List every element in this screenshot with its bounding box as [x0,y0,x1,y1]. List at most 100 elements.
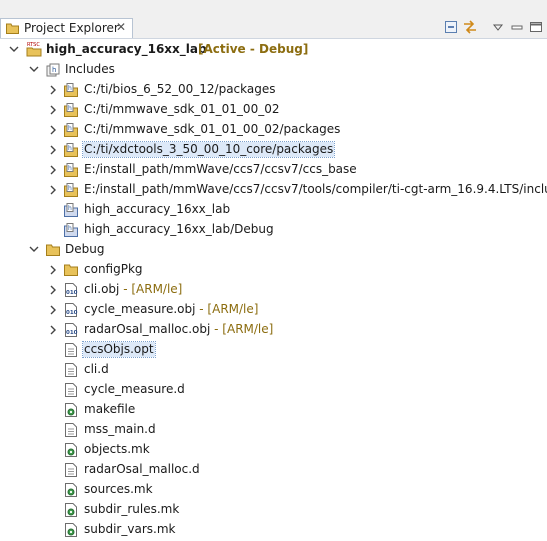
include-path-item[interactable]: h C:/ti/bios_6_52_00_12/packages [0,80,547,100]
include-path-icon: h [64,163,78,177]
maximize-icon[interactable] [528,19,544,35]
svg-text:h: h [68,145,72,152]
tree-item-label: cycle_measure.d [84,382,185,396]
tree-row-includes[interactable]: h Includes [0,60,547,80]
project-tree: RTSC high_accuracy_16xx_lab [Active - De… [0,40,547,541]
collapsed-arrow-icon[interactable] [48,264,58,275]
svg-text:h: h [52,66,56,74]
svg-text:h: h [68,105,72,112]
include-path-icon: h [64,103,78,117]
tree-item-label: radarOsal_malloc.d [84,462,200,476]
tree-item-label: cli.obj - [ARM/le] [84,282,183,296]
include-path-item[interactable]: h high_accuracy_16xx_lab [0,200,547,220]
text-file-icon [64,423,78,437]
tree-item-label: C:/ti/xdctools_3_50_00_10_core/packages [81,141,336,158]
collapse-all-icon[interactable] [443,19,459,35]
debug-file-item[interactable]: makefile [0,400,547,420]
include-path-item[interactable]: h C:/ti/mmwave_sdk_01_01_00_02 [0,100,547,120]
tree-item-label: objects.mk [84,442,150,456]
object-file-icon: 010 [64,303,78,317]
include-path-item[interactable]: h high_accuracy_16xx_lab/Debug [0,220,547,240]
debug-file-item[interactable]: subdir_vars.mk [0,520,547,540]
svg-text:h: h [68,225,72,232]
debug-file-item[interactable]: configPkg [0,260,547,280]
tab-project-explorer[interactable]: Project Explorer ✕ [0,18,133,38]
tree-item-label: high_accuracy_16xx_lab/Debug [84,222,274,236]
include-path-icon: h [64,143,78,157]
tree-item-decoration: - [ARM/le] [119,282,183,296]
tree-row-project[interactable]: RTSC high_accuracy_16xx_lab [Active - De… [0,40,547,60]
project-name: high_accuracy_16xx_lab [46,42,207,56]
include-path-icon: h [64,183,78,197]
debug-file-item[interactable]: subdir_rules.mk [0,500,547,520]
view-tab-bar: Project Explorer ✕ [0,0,547,39]
include-path-item[interactable]: h E:/install_path/mmWave/ccs7/ccsv7/tools… [0,180,547,200]
tree-item-label: cli.d [84,362,109,376]
svg-text:h: h [68,165,72,172]
tree-item-label: C:/ti/mmwave_sdk_01_01_00_02 [84,102,280,116]
folder-icon [64,263,78,277]
debug-file-item[interactable]: cli.d [0,360,547,380]
svg-text:010: 010 [66,330,78,336]
debug-file-item[interactable]: radarOsal_malloc.d [0,460,547,480]
tree-item-label: configPkg [84,262,143,276]
svg-text:010: 010 [66,310,78,316]
project-ref-icon: h [64,203,78,217]
collapsed-arrow-icon[interactable] [48,324,58,335]
debug-file-item[interactable]: objects.mk [0,440,547,460]
svg-text:h: h [68,125,72,132]
svg-text:h: h [68,85,72,92]
debug-file-item[interactable]: 010 cycle_measure.obj - [ARM/le] [0,300,547,320]
collapsed-arrow-icon[interactable] [48,284,58,295]
collapsed-arrow-icon[interactable] [48,144,58,155]
include-path-item[interactable]: h E:/install_path/mmWave/ccs7/ccsv7/ccs_b… [0,160,547,180]
debug-file-item[interactable]: sources.mk [0,480,547,500]
expanded-arrow-icon[interactable] [29,64,39,74]
view-menu-icon[interactable] [490,19,506,35]
includes-label: Includes [65,62,115,76]
text-file-icon [64,343,78,357]
link-with-editor-icon[interactable] [462,19,478,35]
tree-item-label: E:/install_path/mmWave/ccs7/ccsv7/tools/… [84,182,547,196]
collapsed-arrow-icon[interactable] [48,84,58,95]
minimize-icon[interactable] [509,19,525,35]
makefile-icon [64,523,78,537]
svg-text:h: h [68,205,72,212]
project-ref-icon: h [64,223,78,237]
folder-icon [46,244,60,256]
tree-item-label: C:/ti/mmwave_sdk_01_01_00_02/packages [84,122,341,136]
debug-label: Debug [65,242,105,256]
object-file-icon: 010 [64,283,78,297]
makefile-icon [64,503,78,517]
collapsed-arrow-icon[interactable] [48,104,58,115]
debug-file-item[interactable]: cycle_measure.d [0,380,547,400]
debug-file-item[interactable]: mss_main.d [0,420,547,440]
include-path-item[interactable]: h C:/ti/xdctools_3_50_00_10_core/packages [0,140,547,160]
rtsc-project-icon: RTSC [26,42,42,57]
makefile-icon [64,403,78,417]
close-icon[interactable]: ✕ [116,20,126,34]
debug-file-item[interactable]: 010 cli.obj - [ARM/le] [0,280,547,300]
expanded-arrow-icon[interactable] [9,44,19,54]
include-path-item[interactable]: h C:/ti/mmwave_sdk_01_01_00_02/packages [0,120,547,140]
collapsed-arrow-icon[interactable] [48,304,58,315]
debug-file-item[interactable]: ccsObjs.opt [0,340,547,360]
collapsed-arrow-icon[interactable] [48,164,58,175]
project-status: [Active - Debug] [198,42,309,56]
tree-item-label: subdir_rules.mk [84,502,180,516]
debug-file-item[interactable]: 010 radarOsal_malloc.obj - [ARM/le] [0,320,547,340]
collapsed-arrow-icon[interactable] [48,124,58,135]
svg-text:010: 010 [66,290,78,296]
tree-item-decoration: - [ARM/le] [195,302,259,316]
tree-item-label: high_accuracy_16xx_lab [84,202,231,216]
makefile-icon [64,443,78,457]
tree-item-label: makefile [84,402,136,416]
tree-item-label: ccsObjs.opt [82,341,156,358]
svg-text:h: h [68,185,72,192]
include-path-icon: h [64,83,78,97]
expanded-arrow-icon[interactable] [29,244,39,254]
text-file-icon [64,363,78,377]
tree-item-label: radarOsal_malloc.obj - [ARM/le] [84,322,274,336]
tree-row-debug[interactable]: Debug [0,240,547,260]
collapsed-arrow-icon[interactable] [48,184,58,195]
